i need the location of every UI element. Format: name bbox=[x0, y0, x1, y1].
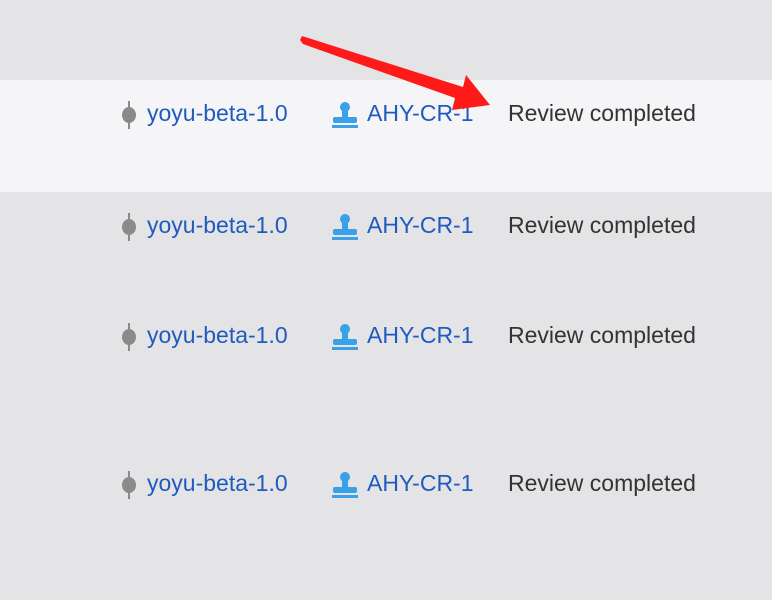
table-row[interactable]: yoyu-beta-1.0 AHY-CR-1 Review completed bbox=[0, 302, 772, 452]
version-link[interactable]: yoyu-beta-1.0 bbox=[147, 211, 288, 239]
review-link[interactable]: AHY-CR-1 bbox=[367, 469, 474, 497]
commit-icon bbox=[122, 471, 136, 499]
stamp-icon bbox=[332, 472, 358, 498]
version-link[interactable]: yoyu-beta-1.0 bbox=[147, 321, 288, 349]
status-text: Review completed bbox=[508, 100, 696, 126]
stamp-icon bbox=[332, 214, 358, 240]
commit-icon bbox=[122, 101, 136, 129]
status-text: Review completed bbox=[508, 212, 696, 238]
commit-icon bbox=[122, 323, 136, 351]
review-list: yoyu-beta-1.0 AHY-CR-1 Review completed … bbox=[0, 0, 772, 600]
status-text: Review completed bbox=[508, 322, 696, 348]
version-link[interactable]: yoyu-beta-1.0 bbox=[147, 99, 288, 127]
version-link[interactable]: yoyu-beta-1.0 bbox=[147, 469, 288, 497]
stamp-icon bbox=[332, 324, 358, 350]
table-row[interactable]: yoyu-beta-1.0 AHY-CR-1 Review completed bbox=[0, 80, 772, 192]
commit-icon bbox=[122, 213, 136, 241]
status-text: Review completed bbox=[508, 470, 696, 496]
table-row[interactable]: yoyu-beta-1.0 AHY-CR-1 Review completed bbox=[0, 452, 772, 600]
review-link[interactable]: AHY-CR-1 bbox=[367, 321, 474, 349]
review-link[interactable]: AHY-CR-1 bbox=[367, 211, 474, 239]
review-link[interactable]: AHY-CR-1 bbox=[367, 99, 474, 127]
stamp-icon bbox=[332, 102, 358, 128]
table-row[interactable]: yoyu-beta-1.0 AHY-CR-1 Review completed bbox=[0, 192, 772, 302]
